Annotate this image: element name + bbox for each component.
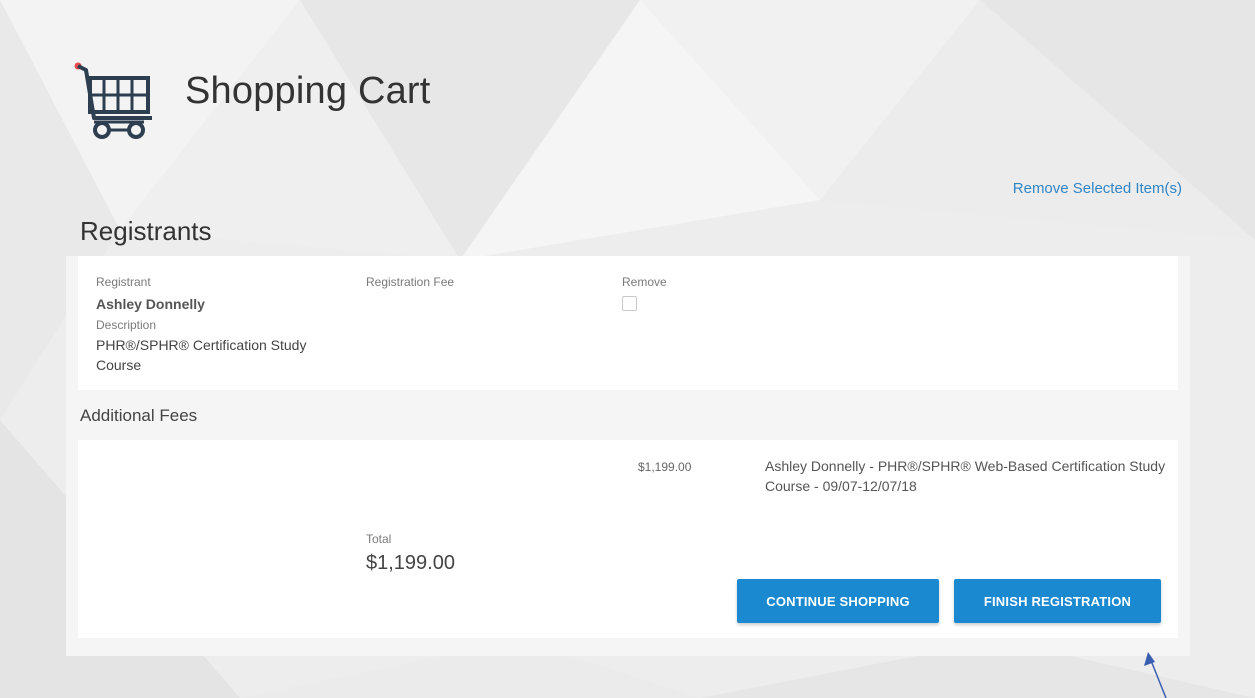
total-label: Total xyxy=(366,532,392,546)
fee-amount: $1,199.00 xyxy=(638,460,692,474)
remove-label: Remove xyxy=(622,275,667,289)
fee-description: Ashley Donnelly - PHR®/SPHR® Web-Based C… xyxy=(765,458,1166,494)
shopping-cart-icon xyxy=(74,62,152,139)
shopping-cart-page: Shopping Cart Remove Selected Item(s) Re… xyxy=(0,0,1255,698)
description-line-2: Course xyxy=(96,357,142,373)
registrant-label: Registrant xyxy=(96,275,151,289)
additional-fees-card: $1,199.00 Ashley Donnelly - PHR®/SPHR® W… xyxy=(78,440,1178,638)
cart-panel: Registrant Ashley Donnelly Description P… xyxy=(66,256,1190,656)
continue-shopping-button[interactable]: CONTINUE SHOPPING xyxy=(737,579,939,623)
remove-checkbox[interactable] xyxy=(622,296,637,311)
arrow-pointer-icon xyxy=(1144,652,1167,698)
registrants-section-title: Registrants xyxy=(80,216,212,246)
registrant-name: Ashley Donnelly xyxy=(96,296,205,312)
additional-fees-title: Additional Fees xyxy=(80,406,198,425)
description-label: Description xyxy=(96,318,157,332)
total-value: $1,199.00 xyxy=(366,552,455,574)
registration-fee-label: Registration Fee xyxy=(366,275,455,289)
finish-registration-button[interactable]: FINISH REGISTRATION xyxy=(954,579,1161,623)
page-title: Shopping Cart xyxy=(185,70,431,112)
registrant-card: Registrant Ashley Donnelly Description P… xyxy=(78,256,1178,390)
description-line-1: PHR®/SPHR® Certification Study xyxy=(96,337,307,353)
remove-selected-items-link[interactable]: Remove Selected Item(s) xyxy=(1013,180,1182,197)
